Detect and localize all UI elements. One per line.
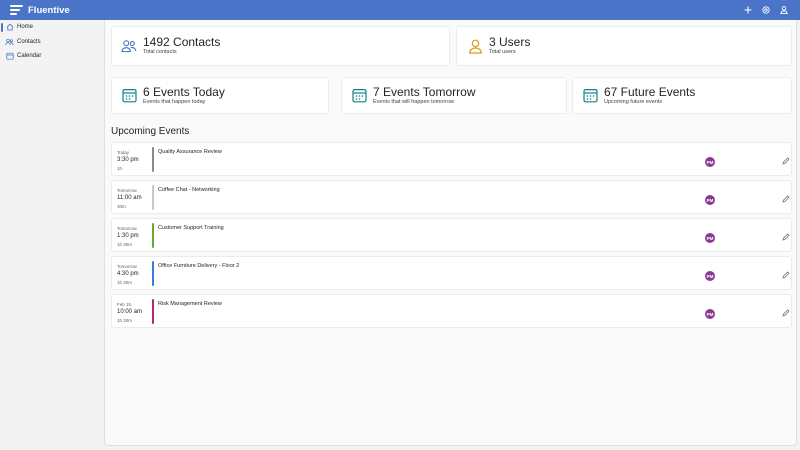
event-day: Tomorrow (117, 226, 137, 231)
event-day: Tomorrow (117, 188, 137, 193)
avatar[interactable]: PM (705, 309, 715, 319)
event-title: Office Furniture Delivery - Floor 2 (158, 263, 240, 269)
contacts-label: Total contacts (143, 49, 177, 55)
sidebar: Home Contacts Calendar (0, 20, 104, 450)
event-time: 11:00 am (117, 195, 142, 201)
avatar[interactable]: PM (705, 195, 715, 205)
edit-icon (782, 157, 790, 165)
event-duration: 30m (117, 204, 126, 209)
edit-event-button[interactable] (782, 309, 790, 317)
event-time: 4:30 pm (117, 271, 139, 277)
edit-event-button[interactable] (782, 233, 790, 241)
user-icon (467, 38, 483, 54)
events-today-count: 6 Events Today (143, 84, 225, 99)
event-row[interactable]: Tomorrow 4:30 pm 1h 30m Office Furniture… (111, 256, 792, 290)
event-color-bar (152, 261, 154, 286)
event-title: Coffee Chat - Networking (158, 187, 220, 193)
sidebar-item-label: Calendar (17, 53, 42, 60)
users-count: 3 Users (489, 35, 531, 49)
event-duration: 1h 30m (117, 318, 133, 323)
events-tomorrow-label: Events that will happen tomorrow (373, 98, 455, 105)
sidebar-item-home[interactable]: Home (0, 20, 104, 35)
edit-icon (782, 271, 790, 279)
events-today-label: Events that happen today (143, 98, 206, 105)
edit-icon (782, 233, 790, 241)
event-time: 10:00 am (117, 309, 143, 315)
add-button[interactable] (743, 6, 752, 15)
sidebar-item-calendar[interactable]: Calendar (0, 49, 104, 64)
edit-event-button[interactable] (782, 195, 790, 203)
event-color-bar (152, 223, 154, 248)
event-time: 3:30 pm (117, 157, 139, 163)
future-events-count: 67 Future Events (604, 84, 696, 99)
event-day: Feb 15 (117, 302, 132, 307)
event-duration: 1h (117, 166, 123, 171)
event-color-bar (152, 299, 154, 324)
calendar-icon (351, 88, 367, 104)
home-icon (5, 23, 14, 32)
avatar[interactable]: PM (705, 157, 715, 167)
event-row[interactable]: Today 3:30 pm 1h Quality Assurance Revie… (111, 142, 792, 176)
event-time: 1:30 pm (117, 233, 139, 239)
contacts-icon (5, 37, 14, 46)
app-brand[interactable]: Fluentive (10, 4, 70, 16)
edit-icon (782, 309, 790, 317)
event-title: Quality Assurance Review (158, 149, 222, 155)
event-color-bar (152, 147, 154, 172)
future-events-card[interactable]: 67 Future Events Upcoming future events (572, 77, 792, 114)
event-duration: 1h 30m (117, 242, 133, 247)
account-button[interactable] (779, 6, 788, 15)
users-label: Total users (489, 49, 516, 55)
event-duration: 1h 30m (117, 280, 133, 285)
sidebar-item-label: Contacts (17, 38, 41, 45)
app-logo-icon (10, 4, 24, 16)
app-name: Fluentive (28, 4, 70, 16)
add-icon (744, 6, 751, 14)
edit-event-button[interactable] (782, 271, 790, 279)
contacts-count: 1492 Contacts (143, 35, 221, 49)
events-today-card[interactable]: 6 Events Today Events that happen today (111, 77, 329, 114)
upcoming-events-heading: Upcoming Events (111, 126, 190, 137)
edit-event-button[interactable] (782, 157, 790, 165)
avatar[interactable]: PM (705, 271, 715, 281)
sidebar-item-contacts[interactable]: Contacts (0, 35, 104, 50)
settings-button[interactable] (761, 6, 770, 15)
event-row[interactable]: Tomorrow 11:00 am 30m Coffee Chat - Netw… (111, 180, 792, 214)
event-color-bar (152, 185, 154, 210)
event-row[interactable]: Feb 15 10:00 am 1h 30m Risk Management R… (111, 294, 792, 328)
contacts-icon (121, 38, 137, 54)
calendar-icon (121, 88, 137, 104)
event-day: Today (117, 150, 130, 155)
main-content: 1492 Contacts Total contacts 3 Users Tot… (104, 20, 797, 446)
settings-icon (761, 6, 770, 14)
contacts-stat-card[interactable]: 1492 Contacts Total contacts (111, 26, 450, 66)
calendar-icon (5, 52, 14, 61)
sidebar-item-label: Home (17, 24, 34, 31)
users-stat-card[interactable]: 3 Users Total users (456, 26, 792, 66)
account-icon (779, 6, 788, 14)
events-tomorrow-count: 7 Events Tomorrow (373, 84, 476, 99)
top-bar: Fluentive (0, 0, 800, 20)
calendar-icon (582, 88, 598, 104)
event-row[interactable]: Tomorrow 1:30 pm 1h 30m Customer Support… (111, 218, 792, 252)
event-day: Tomorrow (117, 264, 137, 269)
edit-icon (782, 195, 790, 203)
events-tomorrow-card[interactable]: 7 Events Tomorrow Events that will happe… (341, 77, 567, 114)
event-title: Risk Management Review (158, 301, 222, 307)
avatar[interactable]: PM (705, 233, 715, 243)
event-title: Customer Support Training (158, 225, 224, 231)
future-events-label: Upcoming future events (604, 98, 663, 105)
